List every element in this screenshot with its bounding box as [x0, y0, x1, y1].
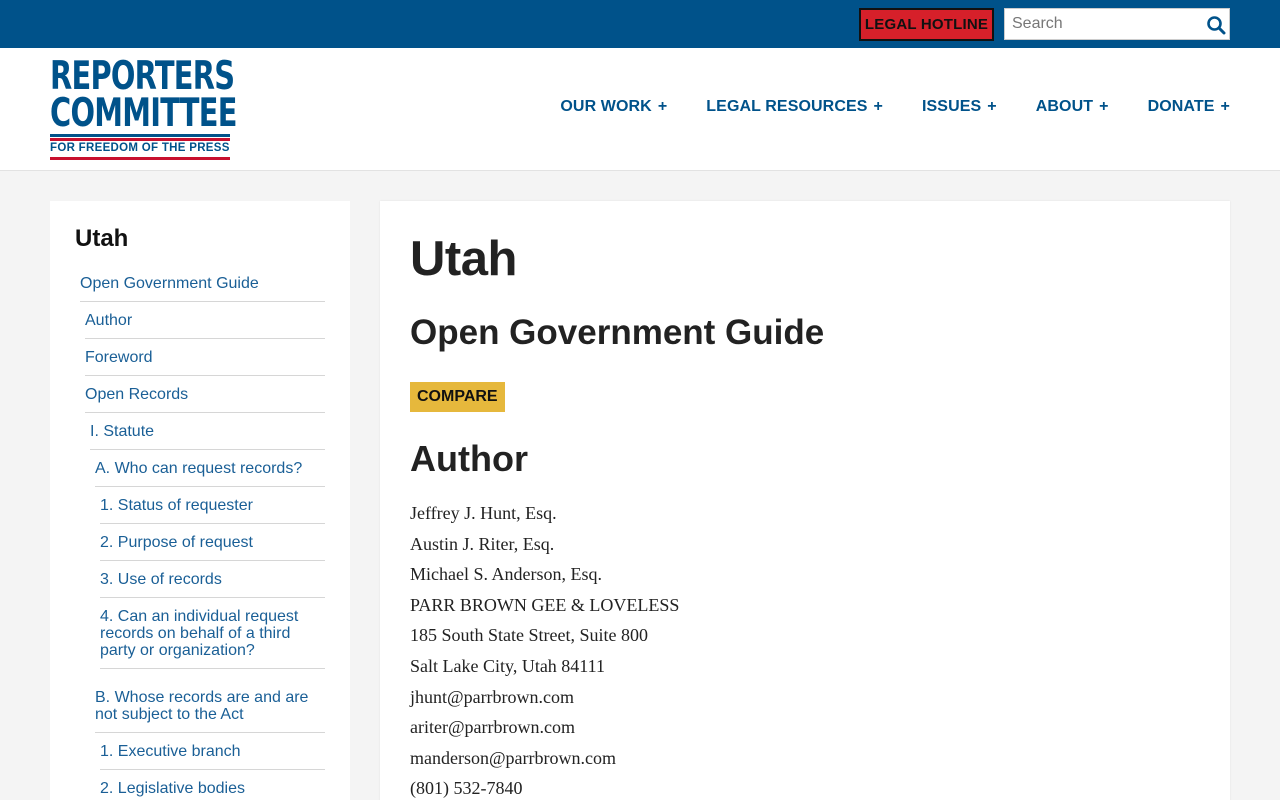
logo-rule	[50, 157, 230, 160]
sidebar-item-use-of-records[interactable]: 3. Use of records	[100, 561, 325, 598]
nav-item-our-work[interactable]: OUR WORK +	[560, 98, 667, 116]
site-logo[interactable]: REPORTERS COMMITTEE FOR FREEDOM OF THE P…	[50, 54, 237, 160]
sidebar-item-status-of-requester[interactable]: 1. Status of requester	[100, 487, 325, 524]
author-line: Salt Lake City, Utah 84111	[410, 655, 605, 676]
plus-icon: +	[1220, 98, 1230, 115]
nav-item-legal-resources[interactable]: LEGAL RESOURCES +	[706, 98, 883, 116]
sidebar-item-open-records[interactable]: Open Records	[85, 376, 325, 413]
plus-icon: +	[987, 98, 997, 115]
sidebar-item-author[interactable]: Author	[85, 302, 325, 339]
sidebar-item-purpose-of-request[interactable]: 2. Purpose of request	[100, 524, 325, 561]
author-email[interactable]: jhunt@parrbrown.com	[410, 682, 679, 713]
logo-rule	[50, 134, 230, 137]
sidebar-item-third-party-request[interactable]: 4. Can an individual request records on …	[100, 598, 325, 669]
compare-button[interactable]: COMPARE	[410, 382, 505, 412]
plus-icon: +	[657, 98, 668, 115]
sidebar-title: Utah	[75, 225, 129, 252]
page-title: Utah	[410, 232, 517, 286]
legal-hotline-button[interactable]: LEGAL HOTLINE	[859, 8, 994, 41]
sidebar-item-legislative-bodies[interactable]: 2. Legislative bodies	[100, 770, 325, 800]
sidebar-item-statute[interactable]: I. Statute	[90, 413, 325, 450]
author-line: Austin J. Riter, Esq.	[410, 533, 555, 554]
main-content: Utah Open Government Guide COMPARE Autho…	[380, 201, 1230, 800]
logo-rule	[50, 138, 230, 141]
author-line: PARR BROWN GEE & LOVELESS	[410, 594, 680, 615]
nav-item-issues[interactable]: ISSUES +	[922, 98, 997, 116]
author-email[interactable]: manderson@parrbrown.com	[410, 743, 679, 774]
author-heading: Author	[410, 438, 528, 479]
author-email[interactable]: ariter@parrbrown.com	[410, 712, 679, 743]
sidebar-item-executive-branch[interactable]: 1. Executive branch	[100, 733, 325, 770]
guide-sidebar: Utah Open Government Guide Author Forewo…	[50, 201, 350, 800]
nav-item-donate[interactable]: DONATE +	[1148, 98, 1230, 116]
sidebar-item-open-government-guide[interactable]: Open Government Guide	[80, 265, 325, 302]
plus-icon: +	[1099, 98, 1109, 115]
top-bar: LEGAL HOTLINE	[0, 0, 1280, 48]
author-line: 185 South State Street, Suite 800	[410, 625, 648, 646]
author-phone: (801) 532-7840	[410, 778, 523, 799]
nav-item-about[interactable]: ABOUT +	[1036, 98, 1109, 116]
site-header: REPORTERS COMMITTEE FOR FREEDOM OF THE P…	[0, 48, 1280, 171]
logo-line-committee: COMMITTEE	[50, 91, 237, 136]
sidebar-item-whose-records[interactable]: B. Whose records are and are not subject…	[95, 679, 325, 733]
search-box	[1004, 8, 1230, 40]
search-icon[interactable]	[1206, 15, 1226, 35]
plus-icon: +	[873, 98, 883, 115]
author-details: Jeffrey J. Hunt, Esq. Austin J. Riter, E…	[410, 498, 679, 800]
author-line: Michael S. Anderson, Esq.	[410, 564, 602, 585]
logo-line-reporters: REPORTERS	[50, 54, 235, 99]
main-nav: OUR WORK + LEGAL RESOURCES + ISSUES + ABOUT…	[521, 98, 1230, 116]
author-line: Jeffrey J. Hunt, Esq.	[410, 503, 557, 523]
sidebar-item-who-can-request[interactable]: A. Who can request records?	[95, 450, 325, 487]
sidebar-item-foreword[interactable]: Foreword	[85, 339, 325, 376]
logo-tagline: FOR FREEDOM OF THE PRESS	[50, 142, 230, 154]
sidebar-nav: Open Government Guide Author Foreword Op…	[50, 265, 350, 800]
page-subtitle: Open Government Guide	[410, 313, 825, 352]
search-input[interactable]	[1005, 9, 1201, 39]
